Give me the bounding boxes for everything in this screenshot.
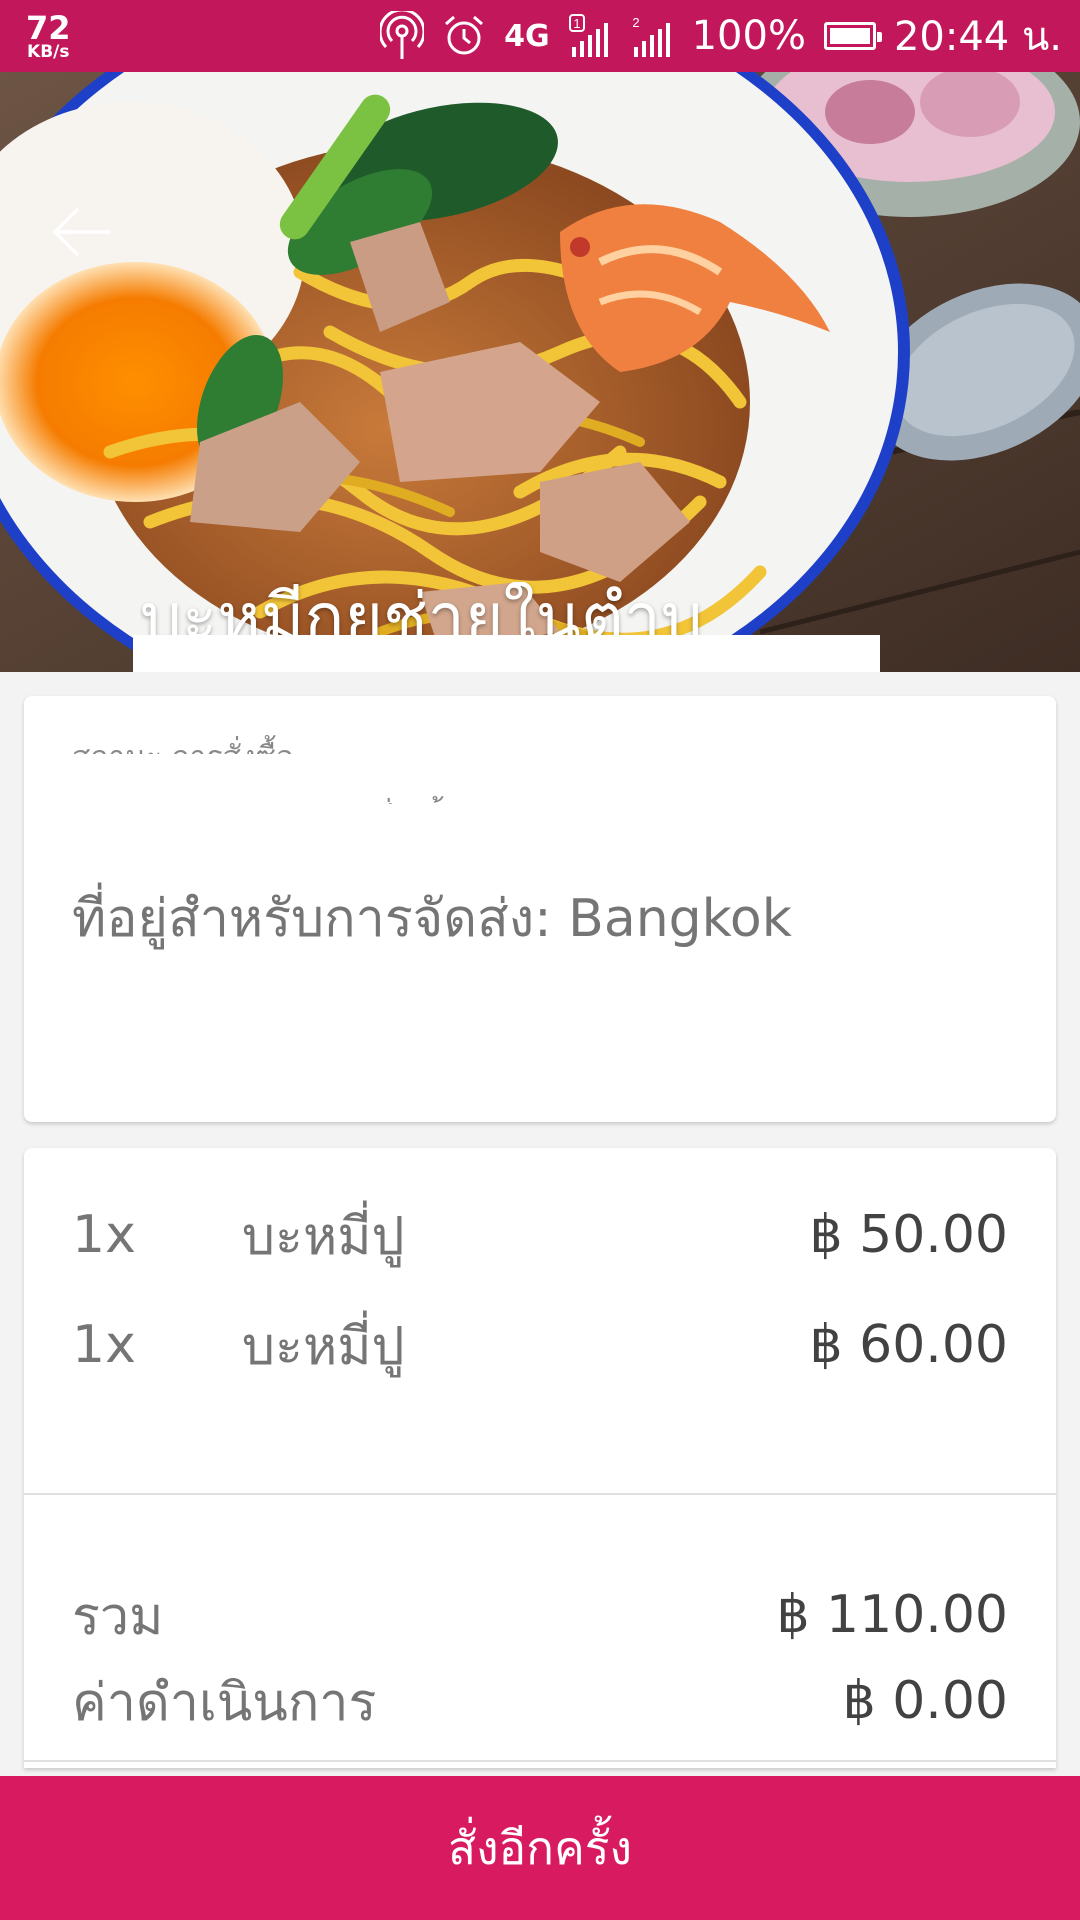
network-type: 4G [504,18,550,54]
item-price: ฿ 50.00 [809,1205,1008,1265]
restaurant-hero-image: บะหมี่กุยช่ายในตำบ [0,72,1080,672]
status-icons: 4G 1 2 100% 20:44 น. [380,4,1062,68]
reorder-button[interactable]: สั่งอีกครั้ง [0,1776,1080,1920]
list-item: 1x บะหมี่ปู ฿ 60.00 [72,1310,1008,1380]
net-speed-unit: KB/s [27,41,70,62]
subtotal-label: รวม [72,1586,164,1647]
order-summary-card: 1x บะหมี่ปู ฿ 50.00 1x บะหมี่ปู ฿ 60.00 … [24,1148,1056,1768]
battery-fill [829,28,870,44]
order-status-label: สถานะ การสั่งซื้อ [72,734,1008,754]
delivery-address: ที่อยู่สำหรับการจัดส่ง: Bangkok [72,889,792,949]
delivery-info-card: สถานะ การสั่งซื้อ ส่งแล้ว ที่อยู่สำหรับก… [24,696,1056,1122]
sim1-label: 1 [573,16,580,31]
network-speed: 72 KB/s [26,12,71,61]
divider [24,1493,1056,1495]
subtotal-value: ฿ 110.00 [776,1585,1008,1645]
divider [24,1760,1056,1762]
item-quantity: 1x [72,1315,136,1375]
battery-icon [823,22,882,50]
signal-icon: 2 [630,13,674,59]
signal-icon: 1 [568,13,612,59]
subtotal-row: รวม ฿ 110.00 [72,1580,1008,1650]
battery-percent: 100% [691,13,806,59]
arrow-left-icon [53,208,111,256]
status-bar: 72 KB/s 4G 1 2 100% 20:44 น. [0,0,1080,72]
hotspot-icon [380,11,425,61]
list-item: 1x บะหมี่ปู ฿ 50.00 [72,1200,1008,1270]
item-name: บะหมี่ปู [242,1206,405,1267]
title-underline-bar [133,635,880,672]
clock: 20:44 น. [893,14,1062,60]
sim2-label: 2 [632,15,639,30]
fee-value: ฿ 0.00 [842,1671,1008,1731]
item-name: บะหมี่ปู [242,1316,405,1377]
order-status-value: ส่งแล้ว [374,788,1008,804]
fee-row: ค่าดำเนินการ ฿ 0.00 [72,1666,1008,1736]
back-button[interactable] [40,190,124,274]
net-speed-value: 72 [26,8,71,47]
item-quantity: 1x [72,1205,136,1265]
order-detail-screen: 72 KB/s 4G 1 2 100% 20:44 น. บะหมี่กุยช่… [0,0,1080,1920]
fee-label: ค่าดำเนินการ [72,1672,377,1733]
alarm-icon [442,14,486,58]
item-price: ฿ 60.00 [809,1315,1008,1375]
